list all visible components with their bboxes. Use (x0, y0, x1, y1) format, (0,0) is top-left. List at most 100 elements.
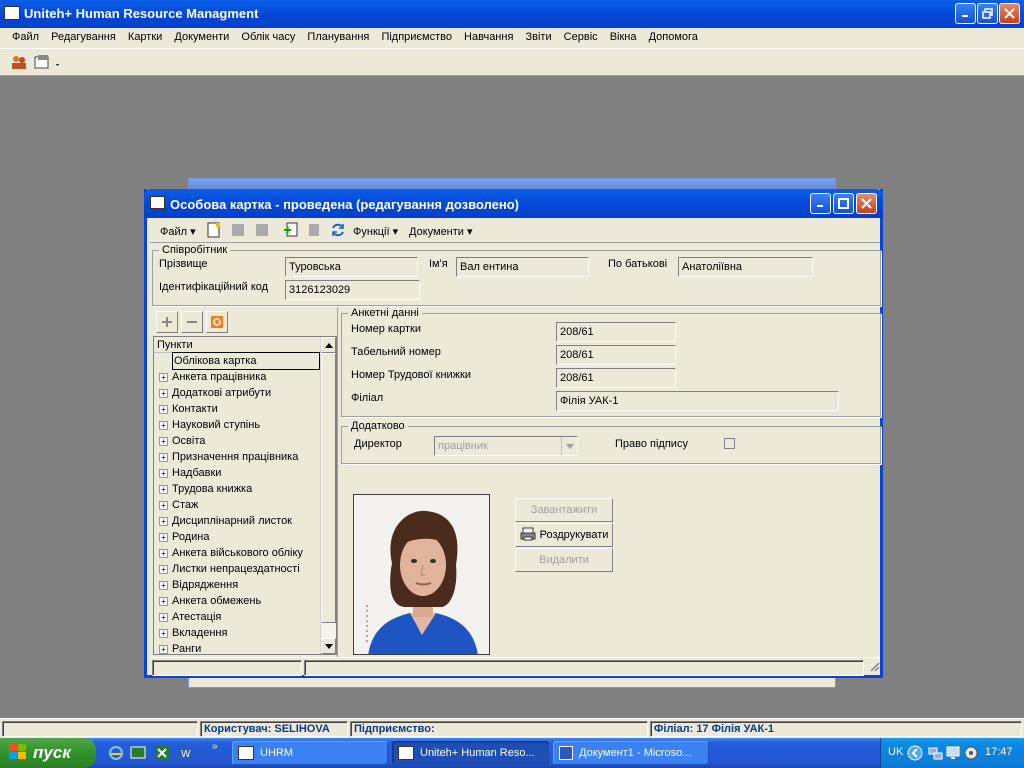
expand-icon[interactable]: + (159, 548, 168, 558)
menu-edit[interactable]: Редагування (51, 31, 116, 43)
start-button[interactable]: пуск (0, 738, 96, 768)
menu-reports[interactable]: Звіти (525, 31, 551, 43)
dialog-maximize-button[interactable] (833, 193, 854, 214)
chevron-down-icon[interactable] (561, 437, 577, 455)
tab-number-field[interactable]: 208/61 (556, 345, 676, 365)
load-photo-button[interactable]: Завантажити (515, 498, 613, 522)
task-word[interactable]: Документ1 - Microso... (553, 741, 709, 765)
expand-icon[interactable]: + (159, 484, 168, 494)
tree-item[interactable]: + Вкладення (154, 625, 320, 641)
file-menu-button[interactable]: Файл ▾ (160, 225, 196, 238)
expand-icon[interactable]: + (159, 612, 168, 622)
remove-record-icon[interactable] (306, 222, 322, 241)
tree-item[interactable]: + Відрядження (154, 577, 320, 593)
director-select[interactable]: працівник (434, 436, 578, 456)
tree-item[interactable]: + Освіта (154, 433, 320, 449)
card-number-field[interactable]: 208/61 (556, 322, 676, 342)
expand-icon[interactable]: + (159, 436, 168, 446)
tree-item-selected[interactable]: Облікова картка (154, 352, 320, 370)
menu-documents[interactable]: Документи (174, 31, 229, 43)
expand-icon[interactable]: + (159, 420, 168, 430)
clock[interactable]: 17:47 (985, 746, 1013, 758)
quicklaunch-word-icon[interactable]: W (177, 745, 193, 764)
close-button[interactable] (999, 3, 1020, 24)
expand-icon[interactable]: + (159, 644, 168, 654)
scroll-down-button[interactable] (321, 638, 336, 654)
tree-item[interactable]: + Призначення працівника (154, 449, 320, 465)
copy-disabled-icon[interactable] (230, 222, 246, 241)
quicklaunch-more-icon[interactable]: » (212, 741, 218, 752)
add-record-icon[interactable] (283, 222, 299, 241)
scroll-up-button[interactable] (321, 337, 336, 353)
patronymic-field[interactable]: Анатоліївна (678, 257, 813, 277)
scroll-thumb[interactable] (321, 353, 336, 623)
expand-icon[interactable]: + (159, 628, 168, 638)
name-field[interactable]: Вал ентина (456, 257, 589, 277)
tree-item[interactable]: + Ранги (154, 641, 320, 654)
network-icon[interactable] (927, 745, 943, 764)
tree-item[interactable]: + Родина (154, 529, 320, 545)
tree-item[interactable]: + Анкета обмежень (154, 593, 320, 609)
menu-service[interactable]: Сервіс (564, 31, 598, 43)
tree-scrollbar[interactable] (320, 337, 336, 654)
expand-icon[interactable]: + (159, 532, 168, 542)
menu-cards[interactable]: Картки (128, 31, 162, 43)
dialog-close-button[interactable] (856, 193, 877, 214)
language-indicator[interactable]: UK (888, 746, 903, 758)
expand-icon[interactable]: + (159, 388, 168, 398)
menu-time[interactable]: Облік часу (241, 31, 295, 43)
work-book-field[interactable]: 208/61 (556, 368, 676, 388)
expand-icon[interactable]: + (159, 404, 168, 414)
employees-icon[interactable] (10, 54, 28, 70)
expand-icon[interactable]: + (159, 452, 168, 462)
tree-item[interactable]: + Анкета працівника (154, 369, 320, 385)
branch-field[interactable]: Філія УАК-1 (556, 391, 839, 411)
tree-reload-button[interactable] (206, 311, 228, 333)
menu-training[interactable]: Навчання (464, 31, 513, 43)
tree-item[interactable]: + Контакти (154, 401, 320, 417)
menu-company[interactable]: Підприємство (381, 31, 452, 43)
tree-item[interactable]: + Атестація (154, 609, 320, 625)
expand-icon[interactable]: + (159, 580, 168, 590)
tree-item[interactable]: + Трудова книжка (154, 481, 320, 497)
expand-icon[interactable]: + (159, 500, 168, 510)
menu-windows[interactable]: Вікна (610, 31, 637, 43)
expand-icon[interactable]: + (159, 516, 168, 526)
tree-add-button[interactable] (156, 311, 178, 333)
menu-help[interactable]: Допомога (649, 31, 698, 43)
tree-item[interactable]: + Науковий ступінь (154, 417, 320, 433)
signature-right-checkbox[interactable] (724, 438, 735, 449)
task-uhrm[interactable]: UHRM (232, 741, 388, 765)
resize-grip-icon[interactable] (868, 660, 880, 675)
tree-remove-button[interactable] (181, 311, 203, 333)
print-photo-button[interactable]: Роздрукувати (515, 523, 613, 547)
functions-menu-button[interactable]: Функції ▾ (353, 225, 398, 238)
id-code-field[interactable]: 3126123029 (285, 280, 420, 300)
menu-planning[interactable]: Планування (307, 31, 369, 43)
tree-item[interactable]: + Додаткові атрибути (154, 385, 320, 401)
quicklaunch-desktop-icon[interactable] (130, 745, 146, 764)
tree-item[interactable]: + Листки непрацездатності (154, 561, 320, 577)
tree-item[interactable]: + Анкета військового обліку (154, 545, 320, 561)
minimize-button[interactable] (955, 3, 976, 24)
quicklaunch-ie-icon[interactable] (108, 745, 124, 764)
volume-icon[interactable] (963, 745, 979, 764)
menu-file[interactable]: Файл (12, 31, 39, 43)
documents-menu-button[interactable]: Документи ▾ (409, 225, 473, 238)
tree-item[interactable]: + Надбавки (154, 465, 320, 481)
surname-field[interactable]: Туровська (285, 257, 418, 277)
tree-item[interactable]: + Дисциплінарний листок (154, 513, 320, 529)
task-uniteh[interactable]: Uniteh+ Human Reso... (392, 741, 549, 765)
tray-expand-icon[interactable] (907, 745, 923, 764)
dialog-minimize-button[interactable] (810, 193, 831, 214)
monitor-icon[interactable] (945, 745, 961, 764)
paste-disabled-icon[interactable] (254, 222, 270, 241)
expand-icon[interactable]: + (159, 596, 168, 606)
tree-item[interactable]: + Стаж (154, 497, 320, 513)
card-dropdown-icon[interactable] (34, 54, 62, 70)
new-doc-icon[interactable] (206, 222, 222, 241)
delete-photo-button[interactable]: Видалити (515, 548, 613, 572)
restore-button[interactable] (977, 3, 998, 24)
quicklaunch-excel-icon[interactable] (154, 745, 170, 764)
refresh-icon[interactable] (330, 222, 346, 241)
